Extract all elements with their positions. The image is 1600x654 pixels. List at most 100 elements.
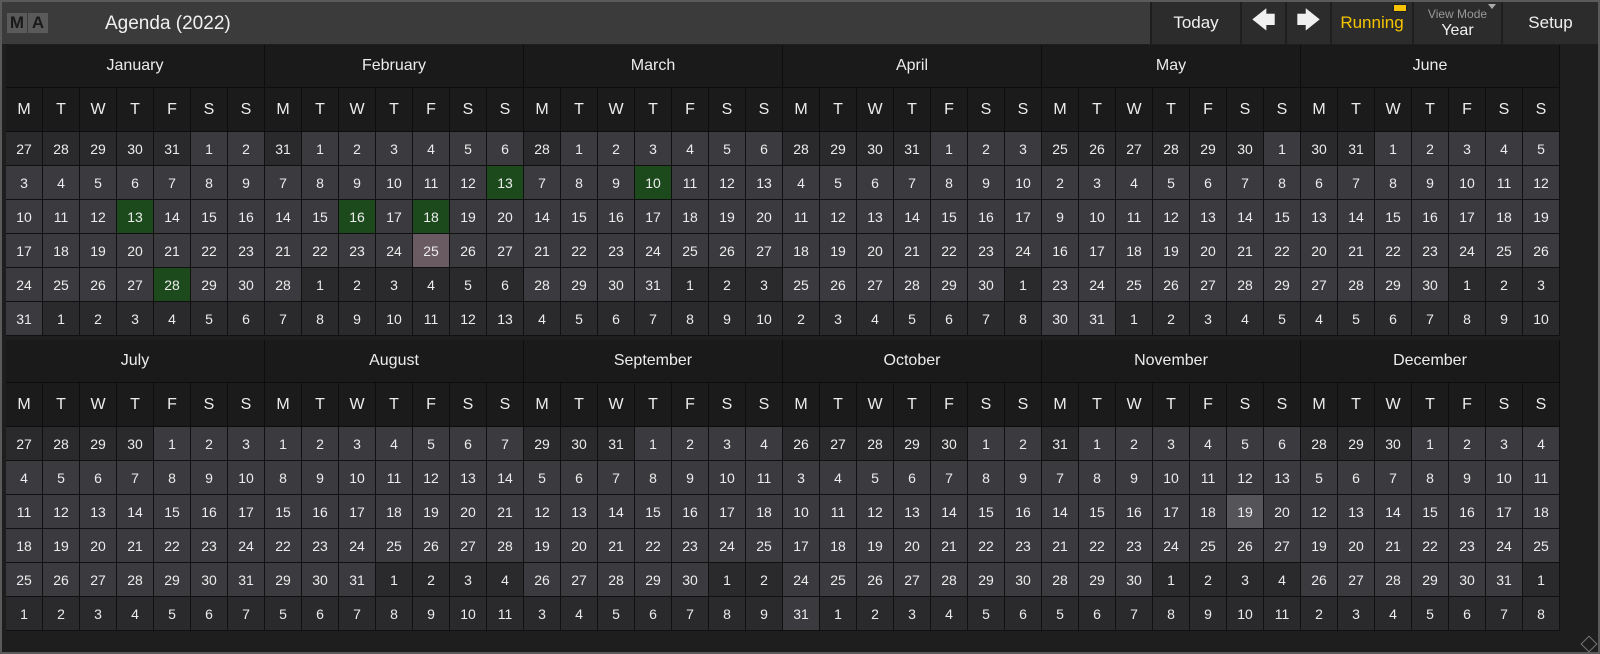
day-cell[interactable]: 4 [1190, 427, 1227, 461]
day-cell[interactable]: 8 [635, 461, 672, 495]
day-cell[interactable]: 23 [1412, 234, 1449, 268]
day-cell[interactable]: 19 [820, 234, 857, 268]
day-cell[interactable]: 2 [672, 427, 709, 461]
day-cell[interactable]: 13 [746, 166, 783, 200]
adjacent-day-cell[interactable]: 5 [1264, 302, 1301, 336]
day-cell[interactable]: 16 [968, 200, 1005, 234]
day-cell[interactable]: 9 [339, 166, 376, 200]
adjacent-day-cell[interactable]: 2 [80, 302, 117, 336]
day-cell[interactable]: 16 [228, 200, 265, 234]
day-cell[interactable]: 19 [413, 495, 450, 529]
adjacent-day-cell[interactable]: 5 [1338, 302, 1375, 336]
day-cell[interactable]: 21 [117, 529, 154, 563]
day-cell[interactable]: 30 [1005, 563, 1042, 597]
day-cell[interactable]: 11 [1486, 166, 1523, 200]
day-cell[interactable]: 3 [1005, 132, 1042, 166]
day-cell[interactable]: 2 [968, 132, 1005, 166]
day-cell[interactable]: 4 [1116, 166, 1153, 200]
day-cell[interactable]: 30 [598, 268, 635, 302]
day-cell[interactable]: 14 [524, 200, 561, 234]
day-cell[interactable]: 26 [857, 563, 894, 597]
adjacent-day-cell[interactable]: 4 [1301, 302, 1338, 336]
adjacent-day-cell[interactable]: 2 [1190, 563, 1227, 597]
adjacent-day-cell[interactable]: 8 [1523, 597, 1560, 631]
day-cell[interactable]: 16 [339, 200, 376, 234]
month-title[interactable]: June [1301, 45, 1560, 87]
today-button[interactable]: Today [1150, 2, 1240, 44]
day-cell[interactable]: 23 [598, 234, 635, 268]
day-cell[interactable]: 9 [968, 166, 1005, 200]
day-cell[interactable]: 16 [672, 495, 709, 529]
day-cell[interactable]: 15 [1412, 495, 1449, 529]
day-cell[interactable]: 13 [117, 200, 154, 234]
day-cell[interactable]: 24 [1005, 234, 1042, 268]
day-cell[interactable]: 3 [376, 132, 413, 166]
day-cell[interactable]: 25 [672, 234, 709, 268]
day-cell[interactable]: 1 [1375, 132, 1412, 166]
day-cell[interactable]: 20 [487, 200, 524, 234]
day-cell[interactable]: 30 [302, 563, 339, 597]
day-cell[interactable]: 18 [1523, 495, 1560, 529]
day-cell[interactable]: 20 [1338, 529, 1375, 563]
day-cell[interactable]: 24 [6, 268, 43, 302]
day-cell[interactable]: 29 [265, 563, 302, 597]
day-cell[interactable]: 5 [524, 461, 561, 495]
day-cell[interactable]: 11 [1523, 461, 1560, 495]
day-cell[interactable]: 1 [968, 427, 1005, 461]
month-title[interactable]: April [783, 45, 1042, 87]
day-cell[interactable]: 26 [450, 234, 487, 268]
adjacent-day-cell[interactable]: 6 [191, 597, 228, 631]
adjacent-day-cell[interactable]: 4 [524, 302, 561, 336]
adjacent-day-cell[interactable]: 6 [598, 302, 635, 336]
day-cell[interactable]: 20 [117, 234, 154, 268]
month-title[interactable]: May [1042, 45, 1301, 87]
day-cell[interactable]: 25 [1190, 529, 1227, 563]
day-cell[interactable]: 27 [746, 234, 783, 268]
adjacent-day-cell[interactable]: 25 [1042, 132, 1079, 166]
day-cell[interactable]: 22 [154, 529, 191, 563]
day-cell[interactable]: 6 [561, 461, 598, 495]
adjacent-day-cell[interactable]: 30 [931, 427, 968, 461]
adjacent-day-cell[interactable]: 7 [1116, 597, 1153, 631]
day-cell[interactable]: 15 [265, 495, 302, 529]
adjacent-day-cell[interactable]: 30 [1375, 427, 1412, 461]
day-cell[interactable]: 19 [1301, 529, 1338, 563]
day-cell[interactable]: 25 [746, 529, 783, 563]
day-cell[interactable]: 20 [746, 200, 783, 234]
day-cell[interactable]: 14 [1375, 495, 1412, 529]
day-cell[interactable]: 12 [1301, 495, 1338, 529]
adjacent-day-cell[interactable]: 7 [635, 302, 672, 336]
day-cell[interactable]: 31 [339, 563, 376, 597]
adjacent-day-cell[interactable]: 9 [709, 302, 746, 336]
adjacent-day-cell[interactable]: 5 [968, 597, 1005, 631]
day-cell[interactable]: 29 [561, 268, 598, 302]
adjacent-day-cell[interactable]: 30 [561, 427, 598, 461]
day-cell[interactable]: 29 [1412, 563, 1449, 597]
month-title[interactable]: September [524, 340, 783, 382]
day-cell[interactable]: 18 [783, 234, 820, 268]
adjacent-day-cell[interactable]: 28 [783, 132, 820, 166]
day-cell[interactable]: 12 [524, 495, 561, 529]
day-cell[interactable]: 17 [376, 200, 413, 234]
day-cell[interactable]: 3 [1449, 132, 1486, 166]
day-cell[interactable]: 28 [1338, 268, 1375, 302]
day-cell[interactable]: 11 [6, 495, 43, 529]
day-cell[interactable]: 19 [450, 200, 487, 234]
day-cell[interactable]: 4 [783, 166, 820, 200]
day-cell[interactable]: 5 [709, 132, 746, 166]
day-cell[interactable]: 7 [117, 461, 154, 495]
day-cell[interactable]: 11 [783, 200, 820, 234]
day-cell[interactable]: 20 [561, 529, 598, 563]
day-cell[interactable]: 6 [894, 461, 931, 495]
day-cell[interactable]: 13 [80, 495, 117, 529]
day-cell[interactable]: 1 [191, 132, 228, 166]
day-cell[interactable]: 21 [894, 234, 931, 268]
day-cell[interactable]: 14 [265, 200, 302, 234]
day-cell[interactable]: 6 [450, 427, 487, 461]
adjacent-day-cell[interactable]: 2 [783, 302, 820, 336]
adjacent-day-cell[interactable]: 6 [1079, 597, 1116, 631]
day-cell[interactable]: 11 [1190, 461, 1227, 495]
day-cell[interactable]: 17 [1449, 200, 1486, 234]
adjacent-day-cell[interactable]: 6 [487, 268, 524, 302]
day-cell[interactable]: 18 [672, 200, 709, 234]
